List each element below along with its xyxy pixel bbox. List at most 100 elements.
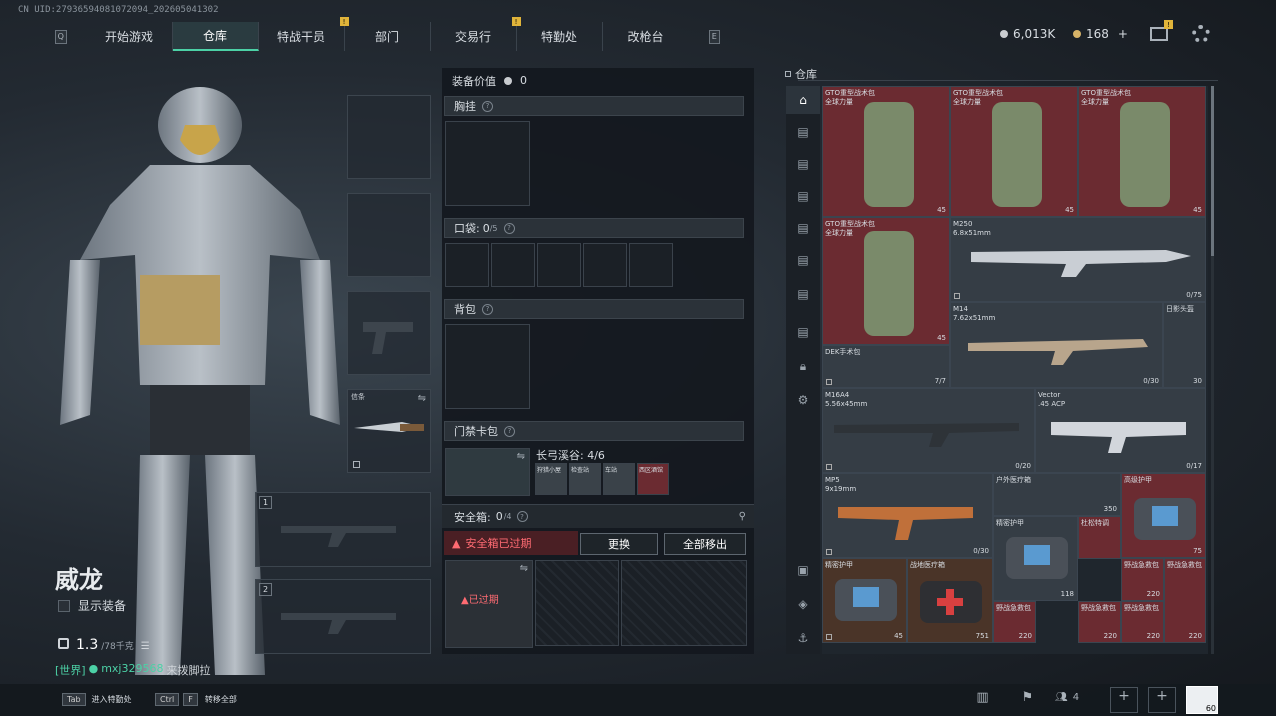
warehouse-all-icon[interactable]: ⌂ — [786, 86, 820, 114]
pocket-slots — [445, 243, 673, 287]
swap-icon[interactable]: ⇋ — [418, 393, 426, 404]
show-equipment-toggle[interactable]: 显示装备 — [58, 597, 126, 614]
help-icon[interactable]: ? — [482, 100, 493, 112]
armor-slot[interactable] — [347, 193, 431, 277]
gear-icon[interactable] — [1192, 25, 1210, 43]
silver-coin-icon — [1000, 30, 1008, 38]
warehouse-item[interactable]: 杜松特调 — [1078, 516, 1121, 559]
secondary-weapon-slot[interactable]: 2 — [255, 579, 431, 654]
warehouse-item[interactable]: 战地医疗箱 751 — [907, 558, 993, 643]
swap-icon[interactable]: ⇋ — [520, 563, 528, 574]
tab-trade[interactable]: 交易行! — [431, 17, 521, 51]
warehouse-item[interactable]: M16A4 5.56x45mm 0/20 — [822, 388, 1035, 473]
backpack-slot[interactable] — [445, 324, 530, 409]
warehouse-item[interactable]: 野战急救包 220 — [1121, 558, 1164, 601]
warehouse-tab-icon[interactable]: ▤ — [786, 318, 820, 346]
checkbox[interactable] — [58, 599, 70, 612]
warehouse-item[interactable]: 精密护甲 45 — [822, 558, 907, 643]
nav-right-key[interactable]: E — [708, 29, 720, 44]
warehouse-item[interactable]: MP5 9x19mm 0/30 — [822, 473, 993, 558]
equipment-value: 装备价值 0 — [452, 74, 527, 88]
keycard-case-slot[interactable]: ⇋ — [445, 448, 530, 496]
keycard[interactable]: 检查站 — [569, 463, 601, 495]
pin-icon[interactable]: ⚲ — [739, 511, 746, 522]
warehouse-tab-icon[interactable]: ▤ — [786, 280, 820, 308]
warehouse-item[interactable]: 精密护甲 118 — [993, 516, 1078, 601]
warehouse-item[interactable]: 高级护甲 75 — [1121, 473, 1206, 558]
help-icon[interactable]: ? — [503, 222, 515, 234]
tab-gunsmith[interactable]: 改枪台 — [603, 22, 689, 51]
tab-start-game[interactable]: 开始游戏 — [87, 22, 173, 51]
warehouse-tab-icon[interactable]: ▤ — [786, 150, 820, 178]
silver-currency[interactable]: 6,013K — [1000, 27, 1055, 41]
backpack-icon — [864, 102, 914, 207]
pocket-slot[interactable] — [537, 243, 581, 287]
warehouse-item[interactable]: GTO重型战术包 全球力量 45 — [1078, 86, 1206, 217]
mail-icon[interactable]: ! — [1150, 20, 1173, 41]
sort-icon[interactable]: ▣ — [786, 556, 820, 584]
warehouse-tab-icon[interactable]: ▤ — [786, 182, 820, 210]
pocket-slot[interactable] — [445, 243, 489, 287]
warehouse-item[interactable]: 野战急救包 220 — [1078, 601, 1121, 643]
chat-message[interactable]: [世界] ● mxj32 9568 来拨脚拉 — [55, 662, 210, 678]
warehouse-tab-icon[interactable]: ▤ — [786, 118, 820, 146]
enter-special-ops-hint[interactable]: Tab 进入特勤处 — [62, 693, 132, 706]
tab-department[interactable]: 部门 — [345, 22, 431, 51]
warehouse-item[interactable]: M14 7.62x51mm 0/30 — [950, 302, 1163, 388]
tab-warehouse[interactable]: 仓库 — [172, 22, 259, 51]
warehouse-item[interactable]: 野战急救包 220 — [1164, 558, 1206, 643]
warehouse-tab-icon[interactable]: ▤ — [786, 214, 820, 242]
nav-left-key[interactable]: Q — [55, 29, 67, 44]
warehouse-item[interactable]: GTO重型战术包 全球力量 45 — [822, 86, 950, 217]
chest-rig-slot[interactable] — [445, 121, 530, 206]
keycard[interactable]: 西区酒馆 — [637, 463, 669, 495]
pocket-slot[interactable] — [583, 243, 627, 287]
backpack-header: 背包? — [444, 299, 744, 319]
tab-operators[interactable]: 特战干员! — [259, 17, 349, 51]
squad-indicator[interactable]: 👥︎ 4 — [1055, 692, 1079, 703]
change-button[interactable]: 更换 — [580, 533, 658, 555]
warehouse-item[interactable]: 野战急救包 220 — [1121, 601, 1164, 643]
warehouse-item[interactable]: GTO重型战术包 全球力量 45 — [822, 217, 950, 345]
move-all-button[interactable]: 全部移出 — [664, 533, 746, 555]
avatar[interactable]: 60 — [1186, 686, 1218, 714]
tab-special-ops[interactable]: 特勤处 — [517, 22, 603, 51]
add-squad-button[interactable]: + — [1148, 687, 1176, 713]
primary-weapon-slot[interactable]: 1 — [255, 492, 431, 567]
swap-icon[interactable]: ⇋ — [517, 451, 525, 462]
keycard[interactable]: 狩猎小屋 — [535, 463, 567, 495]
pocket-slot[interactable] — [629, 243, 673, 287]
layers-icon[interactable]: ◈ — [786, 590, 820, 618]
scrollbar-thumb[interactable] — [1211, 86, 1214, 256]
warehouse-tab-icon[interactable]: ▤ — [786, 246, 820, 274]
warehouse-item[interactable]: 野战急救包 220 — [993, 601, 1036, 643]
warehouse-item[interactable]: 日影头盔 30 — [1163, 302, 1206, 388]
pistol-slot[interactable] — [347, 291, 431, 375]
list-icon[interactable]: ☰ — [141, 641, 150, 652]
help-icon[interactable]: ? — [504, 425, 515, 437]
warehouse-item[interactable]: Vector .45 ACP 0/17 — [1035, 388, 1206, 473]
safe-box-header: 安全箱: 0/4 ? ⚲ — [442, 504, 754, 528]
flag-icon[interactable]: ⚑ — [1010, 690, 1045, 712]
melee-slot[interactable]: 信条 ⇋ — [347, 389, 431, 473]
warehouse-item[interactable]: DEK手术包 7/7 — [822, 345, 950, 388]
safe-box-cell[interactable] — [621, 560, 747, 646]
safe-box-cell[interactable] — [535, 560, 619, 646]
warehouse-item[interactable]: GTO重型战术包 全球力量 45 — [950, 86, 1078, 217]
gold-currency[interactable]: 168 + — [1073, 27, 1128, 41]
warehouse-scrollbar[interactable] — [1211, 86, 1214, 654]
help-icon[interactable]: ? — [516, 511, 528, 522]
keycard[interactable]: 车站 — [603, 463, 635, 495]
pocket-slot[interactable] — [491, 243, 535, 287]
safe-box-slot[interactable]: ⇋ ▲已过期 — [445, 560, 533, 648]
add-squad-button[interactable]: + — [1110, 687, 1138, 713]
transfer-all-hint[interactable]: Ctrl F 转移全部 — [155, 693, 237, 706]
stats-icon[interactable]: ▥ — [965, 690, 1000, 712]
helmet-slot[interactable] — [347, 95, 431, 179]
lock-icon[interactable]: 🔒︎ — [786, 352, 820, 380]
gear-icon[interactable]: ⚙ — [786, 386, 820, 414]
help-icon[interactable]: ? — [482, 303, 493, 315]
warehouse-item[interactable]: M250 6.8x51mm 0/75 — [950, 217, 1206, 302]
anchor-icon[interactable]: ⚓︎ — [786, 624, 820, 652]
warehouse-item[interactable]: 户外医疗箱 350 — [993, 473, 1121, 516]
